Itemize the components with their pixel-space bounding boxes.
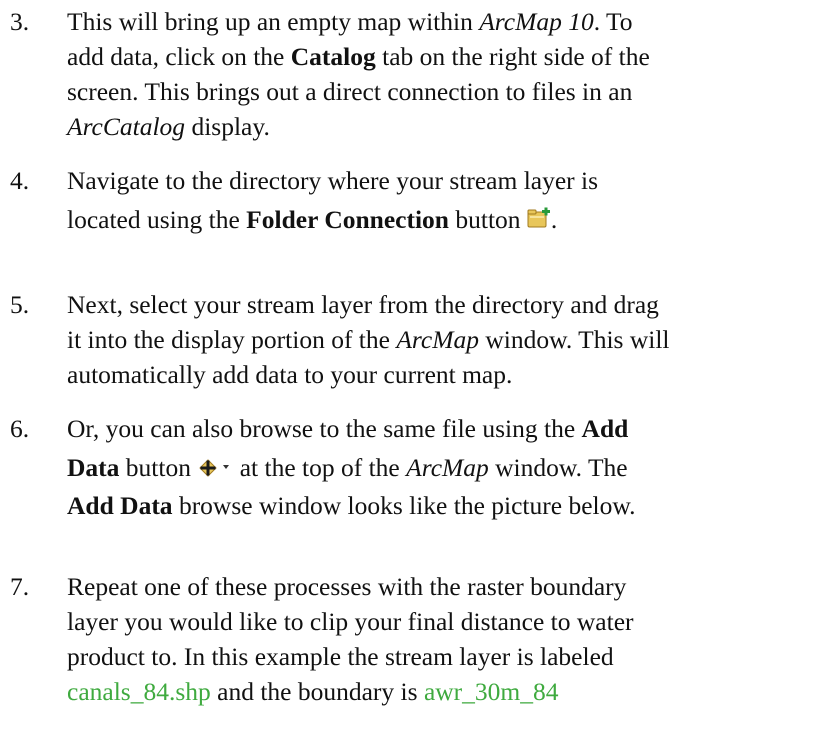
- step-number: 5.: [10, 290, 30, 319]
- step-3: 3. This will bring up an empty map withi…: [10, 4, 800, 144]
- add-data-term: Data: [67, 453, 120, 482]
- step-7-line-2: layer you would like to clip your final …: [67, 607, 634, 636]
- step-7-line-3: product to. In this example the stream l…: [67, 642, 614, 671]
- document-page: 3. This will bring up an empty map withi…: [0, 0, 820, 754]
- step-3-line-2: add data, click on the Catalog tab on th…: [67, 42, 650, 71]
- step-3-line-4: ArcCatalog display.: [67, 112, 270, 141]
- step-7-line-1: Repeat one of these processes with the r…: [67, 572, 627, 601]
- step-number: 7.: [10, 572, 30, 601]
- step-number: 3.: [10, 7, 30, 36]
- step-3-line-1: This will bring up an empty map within A…: [67, 7, 633, 36]
- folder-connection-icon: [527, 205, 551, 240]
- catalog-term: Catalog: [290, 42, 376, 71]
- step-7-line-4: canals_84.shp and the boundary is awr_30…: [67, 677, 559, 706]
- step-5-line-2: it into the display portion of the ArcMa…: [67, 325, 670, 354]
- step-6: 6. Or, you can also browse to the same f…: [10, 411, 800, 523]
- step-3-line-3: screen. This brings out a direct connect…: [67, 77, 633, 106]
- step-number: 4.: [10, 166, 30, 195]
- step-number: 6.: [10, 414, 30, 443]
- step-5: 5. Next, select your stream layer from t…: [10, 287, 800, 392]
- add-data-term: Add: [581, 414, 629, 443]
- folder-connection-term: Folder Connection: [246, 205, 449, 234]
- stream-layer-filename: canals_84.shp: [67, 677, 211, 706]
- boundary-layer-filename: awr_30m_84: [423, 677, 559, 706]
- step-4-line-2: located using the Folder Connection butt…: [10, 202, 800, 240]
- add-data-icon: [197, 453, 233, 488]
- step-4-line-1: Navigate to the directory where your str…: [67, 166, 599, 195]
- step-5-line-1: Next, select your stream layer from the …: [67, 290, 659, 319]
- step-6-line-3: Add Data browse window looks like the pi…: [67, 491, 636, 520]
- add-data-term: Add Data: [67, 491, 173, 520]
- step-5-line-3: automatically add data to your current m…: [67, 360, 513, 389]
- step-7: 7. Repeat one of these processes with th…: [10, 569, 800, 709]
- step-6-line-2: Data button at the top of the ArcMap win…: [10, 450, 800, 488]
- step-6-line-1: Or, you can also browse to the same file…: [67, 414, 629, 443]
- step-4: 4. Navigate to the directory where your …: [10, 163, 800, 240]
